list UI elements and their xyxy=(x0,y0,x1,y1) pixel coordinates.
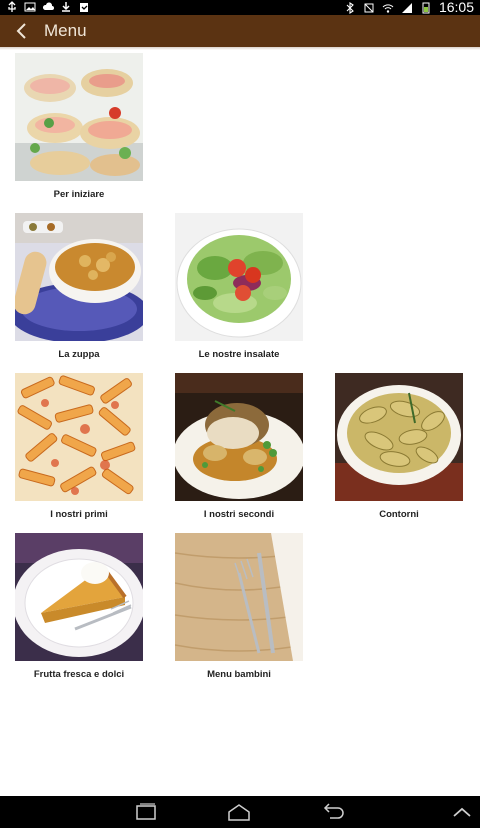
category-label: Frutta fresca e dolci xyxy=(33,669,125,680)
category-label: Menu bambini xyxy=(207,669,271,680)
image-icon xyxy=(24,2,36,12)
soup-photo xyxy=(15,213,143,341)
category-label: Per iniziare xyxy=(53,189,105,200)
usb-icon xyxy=(8,1,16,12)
navigation-bar xyxy=(0,796,480,828)
pasta-photo xyxy=(15,373,143,501)
salad-photo xyxy=(175,213,303,341)
mute-icon xyxy=(364,3,374,12)
status-bar: 16:05 xyxy=(0,0,480,15)
pie-photo xyxy=(15,533,143,661)
download-icon xyxy=(62,2,70,12)
bluetooth-icon xyxy=(346,1,354,14)
hide-keyboard-icon[interactable] xyxy=(450,802,474,822)
main-course-photo xyxy=(175,373,303,501)
chevron-left-icon[interactable] xyxy=(12,21,32,41)
wifi-icon xyxy=(382,3,394,13)
recent-apps-icon[interactable] xyxy=(134,802,158,822)
category-label: I nostri primi xyxy=(50,509,108,520)
clock: 16:05 xyxy=(438,0,474,15)
cutlery-photo xyxy=(175,533,303,661)
app-bar: Menu xyxy=(0,15,480,47)
category-label: La zuppa xyxy=(58,349,100,360)
potatoes-photo xyxy=(335,373,463,501)
battery-icon xyxy=(422,2,430,13)
clipboard-check-icon xyxy=(80,3,88,12)
canapes-photo xyxy=(15,53,143,181)
category-label: Contorni xyxy=(379,509,419,520)
category-label: Le nostre insalate xyxy=(198,349,280,360)
back-icon[interactable] xyxy=(320,802,346,822)
category-label: I nostri secondi xyxy=(203,509,275,520)
cloud-icon xyxy=(42,2,54,10)
signal-icon xyxy=(401,2,412,13)
home-icon[interactable] xyxy=(226,802,252,822)
page-title: Menu xyxy=(44,21,87,40)
